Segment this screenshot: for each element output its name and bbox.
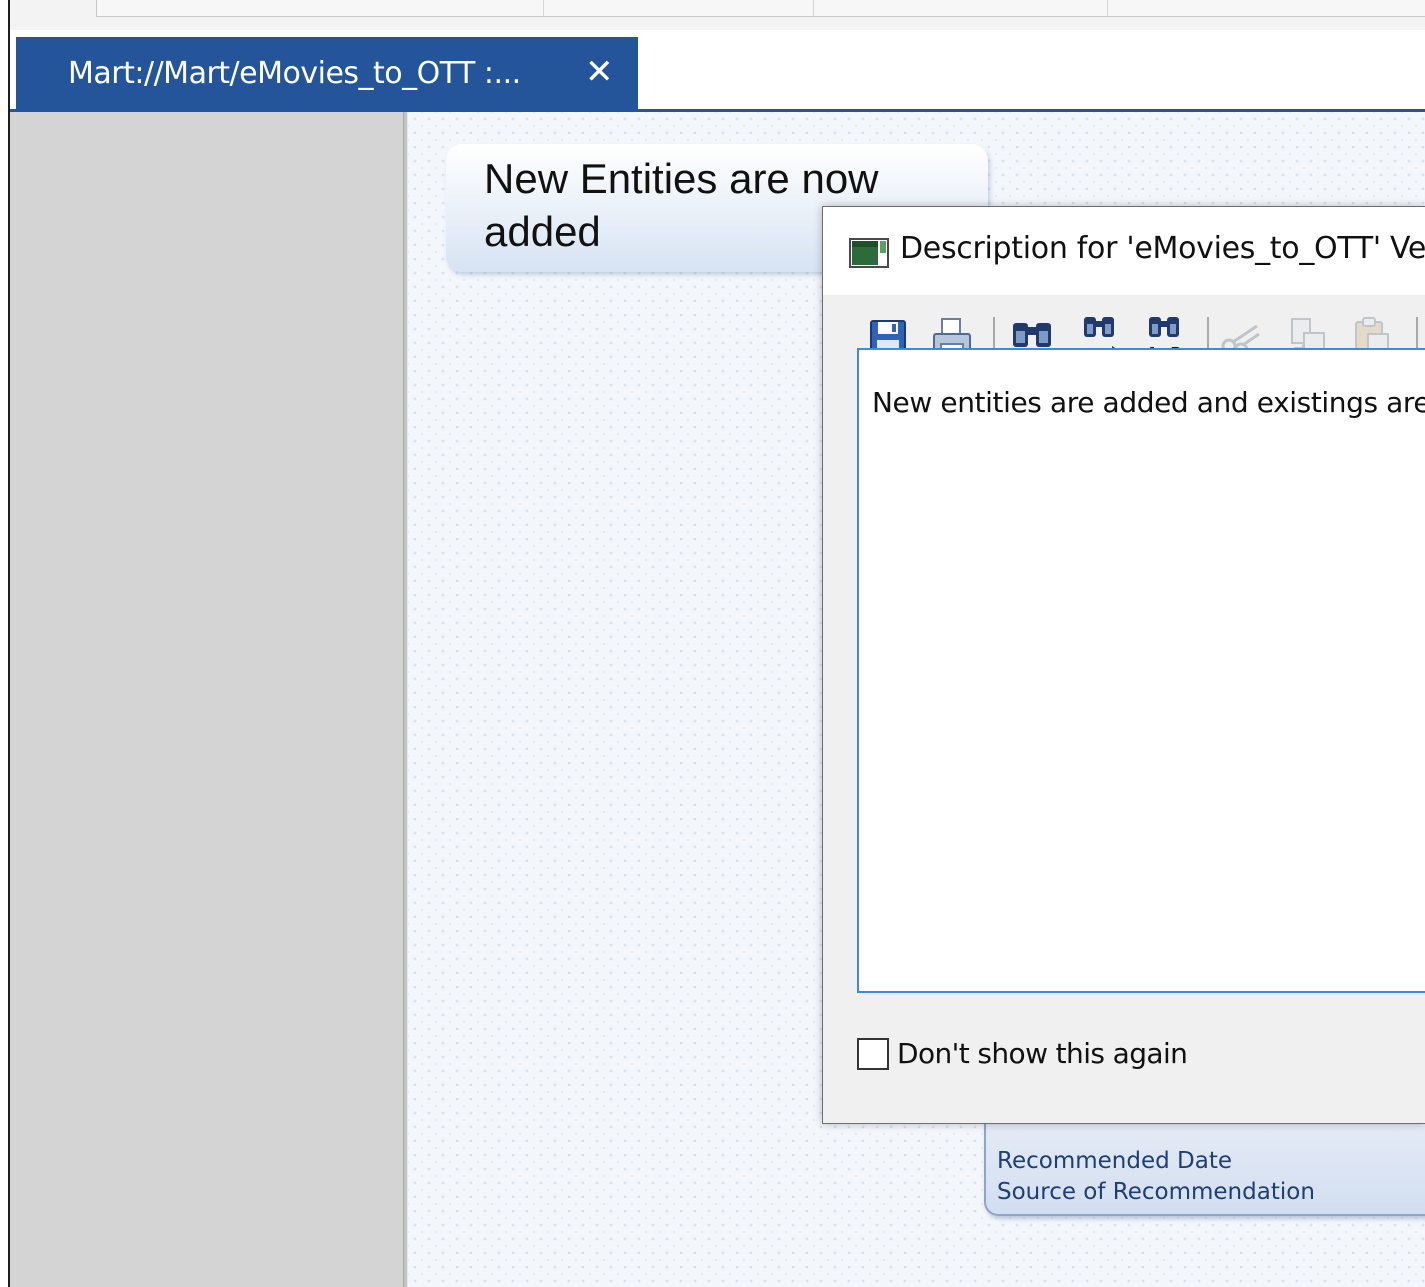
toolbar-divider — [543, 0, 544, 16]
tab-emovies-to-ott[interactable]: Mart://Mart/eMovies_to_OTT :... ✕ — [16, 37, 638, 109]
dialog-title: Description for 'eMovies_to_OTT' Ve — [900, 231, 1425, 266]
dialog-titlebar[interactable]: Description for 'eMovies_to_OTT' Ve — [823, 207, 1425, 295]
model-explorer-pane — [10, 112, 403, 1287]
description-dialog: Description for 'eMovies_to_OTT' Ve New … — [822, 206, 1425, 1124]
toolbar-divider — [1107, 0, 1108, 16]
top-toolbar-edge — [96, 0, 1425, 17]
close-icon[interactable]: ✕ — [582, 54, 616, 90]
description-textarea[interactable]: New entities are added and existings are — [857, 348, 1425, 993]
document-tab-bar: Mart://Mart/eMovies_to_OTT :... ✕ — [10, 30, 1425, 110]
dont-show-again-checkbox[interactable] — [857, 1037, 889, 1070]
dont-show-again-label[interactable]: Don't show this again — [897, 1037, 1188, 1070]
dont-show-again-option[interactable]: Don't show this again — [857, 1037, 1188, 1070]
top-toolbar-strip — [10, 0, 1425, 31]
window-icon — [849, 238, 889, 268]
entity-attribute[interactable]: Source of Recommendation — [997, 1179, 1315, 1205]
toolbar-divider — [813, 0, 814, 16]
tab-label: Mart://Mart/eMovies_to_OTT :... — [68, 55, 521, 91]
entity-attribute[interactable]: Recommended Date — [997, 1148, 1232, 1174]
